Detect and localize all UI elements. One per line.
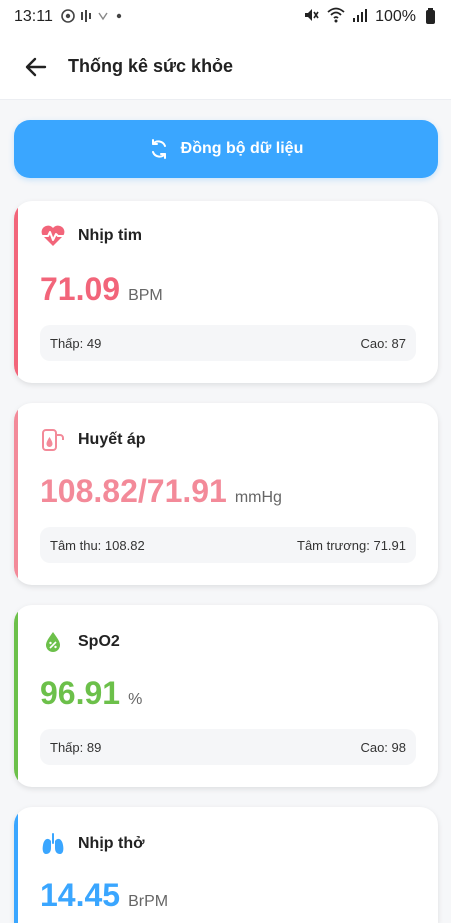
sync-label: Đồng bộ dữ liệu	[180, 140, 304, 157]
mute-icon	[303, 7, 319, 28]
arrow-left-icon	[25, 57, 47, 76]
high-label: Cao: 98	[360, 739, 406, 755]
app-bar: Thống kê sức khỏe	[0, 34, 451, 100]
card-value-row: 14.45 BrPM	[40, 877, 168, 914]
systolic-label: Tâm thu: 108.82	[50, 537, 145, 553]
lungs-icon	[42, 833, 64, 854]
card-accent	[14, 807, 18, 923]
card-header: Nhịp thở	[40, 831, 144, 857]
battery-icon	[426, 8, 435, 24]
status-bar: 13:11 100%	[0, 0, 451, 34]
respiratory-rate-unit: BrPM	[128, 893, 169, 910]
wifi-icon	[327, 7, 345, 28]
card-accent	[14, 201, 18, 383]
spo2-unit: %	[128, 691, 143, 708]
status-right: 100%	[303, 7, 435, 28]
card-title: Nhịp tim	[78, 227, 142, 244]
low-label: Thấp: 49	[50, 335, 102, 351]
heart-pulse-icon	[41, 225, 65, 246]
status-left: 13:11	[14, 8, 123, 26]
blood-pressure-value: 108.82/71.91	[40, 473, 227, 509]
card-value-row: 108.82/71.91 mmHg	[40, 473, 282, 510]
blood-pressure-icon	[42, 429, 64, 451]
battery-percent: 100%	[375, 8, 416, 25]
notification-icons	[61, 8, 123, 26]
blood-pressure-card[interactable]: Huyết áp 108.82/71.91 mmHg Tâm thu: 108.…	[14, 403, 438, 585]
heart-rate-unit: BPM	[128, 287, 163, 304]
sync-data-button[interactable]: Đồng bộ dữ liệu	[14, 120, 438, 178]
oxygen-drop-icon	[46, 632, 60, 652]
blood-pressure-unit: mmHg	[234, 489, 282, 506]
sync-icon	[151, 139, 166, 159]
page-title: Thống kê sức khỏe	[68, 56, 234, 76]
signal-icon	[353, 8, 368, 27]
spo2-card[interactable]: SpO2 96.91 % Thấp: 89 Cao: 98	[14, 605, 438, 787]
card-accent	[14, 605, 18, 787]
card-title: Nhịp thở	[78, 835, 145, 852]
respiratory-rate-card[interactable]: Nhịp thở 14.45 BrPM	[14, 807, 438, 923]
range-box: Tâm thu: 108.82 Tâm trương: 71.91	[40, 527, 416, 563]
heart-rate-card[interactable]: Nhịp tim 71.09 BPM Thấp: 49 Cao: 87	[14, 201, 438, 383]
card-value-row: 71.09 BPM	[40, 271, 163, 308]
card-header: Nhịp tim	[40, 225, 142, 247]
diastolic-label: Tâm trương: 71.91	[297, 537, 406, 553]
respiratory-rate-value: 14.45	[40, 877, 121, 913]
high-label: Cao: 87	[360, 335, 406, 351]
heart-rate-value: 71.09	[40, 271, 121, 307]
range-box: Thấp: 49 Cao: 87	[40, 325, 416, 361]
card-title: SpO2	[78, 633, 120, 650]
back-button[interactable]	[14, 45, 58, 89]
spo2-value: 96.91	[40, 675, 121, 711]
card-header: Huyết áp	[40, 427, 146, 453]
range-box: Thấp: 89 Cao: 98	[40, 729, 416, 765]
card-accent	[14, 403, 18, 585]
low-label: Thấp: 89	[50, 739, 102, 755]
card-title: Huyết áp	[78, 431, 146, 448]
card-header: SpO2	[40, 629, 120, 655]
card-value-row: 96.91 %	[40, 675, 142, 712]
status-time: 13:11	[14, 8, 53, 25]
